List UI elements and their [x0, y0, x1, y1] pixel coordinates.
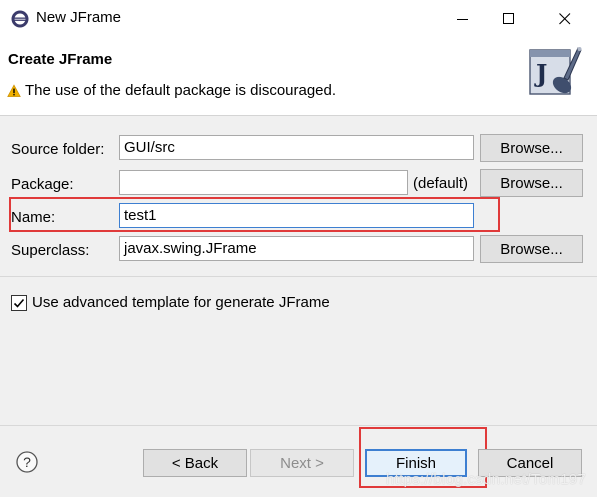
superclass-input[interactable]: javax.swing.JFrame	[119, 236, 474, 261]
help-icon[interactable]: ?	[16, 451, 38, 473]
svg-text:?: ?	[23, 454, 31, 470]
superclass-label: Superclass:	[11, 242, 90, 259]
close-icon	[558, 13, 570, 25]
form-separator	[0, 276, 597, 277]
back-button[interactable]: < Back	[143, 449, 247, 477]
wizard-header: Create JFrame The use of the default pac…	[0, 38, 597, 116]
package-label: Package:	[11, 176, 74, 193]
advanced-template-label: Use advanced template for generate JFram…	[32, 294, 330, 311]
source-folder-browse-button[interactable]: Browse...	[480, 134, 583, 162]
watermark-text: https://blog.csdn.net/Tom197	[386, 471, 587, 488]
title-bar: New JFrame	[0, 0, 597, 38]
package-input[interactable]	[119, 170, 408, 195]
source-folder-label: Source folder:	[11, 141, 105, 158]
superclass-browse-button[interactable]: Browse...	[480, 235, 583, 263]
eclipse-app-icon	[11, 10, 29, 28]
source-folder-input[interactable]: GUI/src	[119, 135, 474, 160]
advanced-template-checkbox[interactable]	[11, 294, 27, 311]
wizard-message: The use of the default package is discou…	[25, 82, 337, 99]
wizard-title: Create JFrame	[8, 51, 113, 68]
advanced-template-option[interactable]: Use advanced template for generate JFram…	[11, 294, 330, 311]
next-button[interactable]: Next >	[250, 449, 354, 477]
new-jframe-dialog: New JFrame Create JFrame The use of the …	[0, 0, 597, 497]
maximize-icon	[503, 13, 514, 24]
maximize-button[interactable]	[486, 0, 532, 38]
highlight-box-name	[9, 197, 500, 232]
svg-text:J: J	[534, 59, 547, 88]
wizard-message-row: The use of the default package is discou…	[7, 82, 336, 99]
checkmark-icon	[13, 298, 25, 308]
minimize-button[interactable]	[440, 0, 486, 38]
window-title: New JFrame	[36, 9, 122, 26]
package-default-label: (default)	[413, 175, 469, 192]
close-button[interactable]	[532, 0, 597, 38]
package-browse-button[interactable]: Browse...	[480, 169, 583, 197]
minimize-icon	[457, 19, 468, 20]
warning-icon	[7, 83, 21, 97]
button-bar-separator	[0, 425, 597, 426]
jframe-wizard-icon: J	[529, 47, 582, 95]
